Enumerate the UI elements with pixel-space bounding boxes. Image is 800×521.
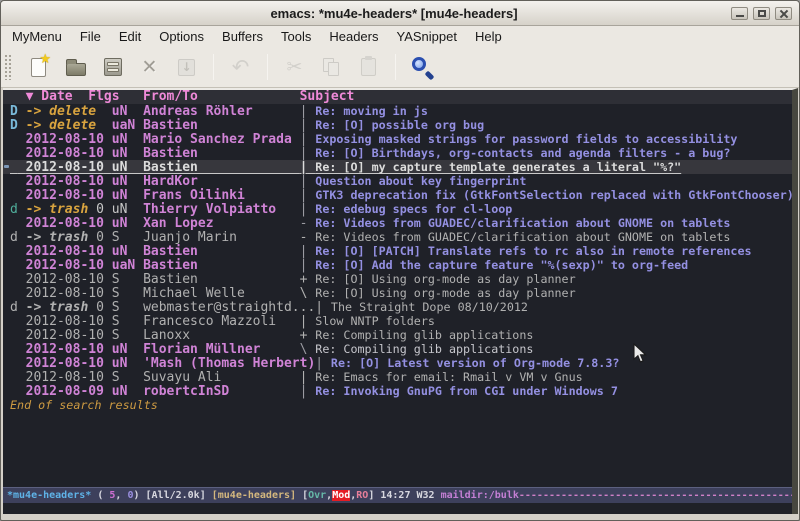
modeline-segment-mod-badge: Mod bbox=[332, 490, 350, 501]
toolbar-separator bbox=[213, 54, 214, 80]
modeline-segment-plain: ) bbox=[133, 490, 145, 501]
modeline-segment-plain: ( bbox=[91, 490, 109, 501]
menu-item-file[interactable]: File bbox=[71, 27, 110, 46]
maximize-icon bbox=[758, 10, 766, 17]
modeline-segment-teal: Ovr bbox=[308, 490, 326, 501]
menu-item-headers[interactable]: Headers bbox=[320, 27, 387, 46]
echo-area[interactable] bbox=[3, 503, 792, 514]
message-row[interactable]: 2012-08-10 uN Bastien | Re: [O] my captu… bbox=[3, 160, 792, 174]
new-file-icon[interactable]: ★ bbox=[25, 54, 52, 81]
window-controls bbox=[731, 7, 792, 20]
menu-item-yasnippet[interactable]: YASnippet bbox=[387, 27, 465, 46]
modeline-segment-plain: ] 14:27 W32 bbox=[368, 490, 440, 501]
maximize-button[interactable] bbox=[753, 7, 770, 20]
window-titlebar[interactable]: emacs: *mu4e-headers* [mu4e-headers] bbox=[1, 1, 799, 26]
modeline-segment-minor-tan: [mu4e-headers] bbox=[212, 490, 302, 501]
message-row[interactable]: 2012-08-10 uN Xan Lopez - Re: Videos fro… bbox=[3, 216, 792, 230]
message-row[interactable]: 2012-08-10 uN Frans Oilinki | GTK3 depre… bbox=[3, 188, 792, 202]
message-row[interactable]: 2012-08-10 S Suvayu Ali | Re: Emacs for … bbox=[3, 370, 792, 384]
emacs-window: emacs: *mu4e-headers* [mu4e-headers] MyM… bbox=[0, 0, 800, 521]
fringe-current-line-marker bbox=[4, 165, 9, 168]
minimize-icon bbox=[736, 15, 744, 17]
message-row[interactable]: 2012-08-10 S Bastien + Re: [O] Using org… bbox=[3, 272, 792, 286]
modeline-segment-ro-pink: RO bbox=[356, 490, 368, 501]
frame-body: ▼ Date Flgs From/To Subject D -> delete … bbox=[3, 88, 798, 514]
menu-bar: MyMenu File Edit Options Buffers Tools H… bbox=[1, 26, 799, 47]
modeline-segment-plain: [All/2.0k] bbox=[146, 490, 212, 501]
message-row[interactable]: 2012-08-10 S Francesco Mazzoli | Slow NN… bbox=[3, 314, 792, 328]
message-row[interactable]: 2012-08-10 uaN Bastien | Re: [O] Add the… bbox=[3, 258, 792, 272]
message-row[interactable]: 2012-08-10 uN Mario Sanchez Prada | Expo… bbox=[3, 132, 792, 146]
modeline-segment-dashes: ----------------------------------------… bbox=[519, 490, 792, 501]
menu-item-edit[interactable]: Edit bbox=[110, 27, 150, 46]
message-row[interactable]: 2012-08-10 uN 'Mash (Thomas Herbert)| Re… bbox=[3, 356, 792, 370]
end-of-search-message: End of search results bbox=[3, 398, 792, 412]
save-icon[interactable] bbox=[99, 54, 126, 81]
open-folder-icon[interactable] bbox=[62, 54, 89, 81]
menu-item-buffers[interactable]: Buffers bbox=[213, 27, 272, 46]
close-file-icon[interactable]: ✕ bbox=[136, 54, 163, 81]
toolbar-drag-handle[interactable] bbox=[4, 54, 13, 80]
message-row[interactable]: 2012-08-10 S Michael Welle \ Re: [O] Usi… bbox=[3, 286, 792, 300]
mu4e-headers-buffer[interactable]: ▼ Date Flgs From/To Subject D -> delete … bbox=[3, 88, 798, 514]
message-list: D -> delete uN Andreas Röhler | Re: movi… bbox=[3, 104, 792, 398]
message-row[interactable]: 2012-08-09 uN robertcInSD | Re: Invoking… bbox=[3, 384, 792, 398]
close-button[interactable] bbox=[775, 7, 792, 20]
message-row[interactable]: 2012-08-10 uN HardKor | Question about k… bbox=[3, 174, 792, 188]
minimize-button[interactable] bbox=[731, 7, 748, 20]
headers-column-header: ▼ Date Flgs From/To Subject bbox=[3, 90, 792, 104]
menu-item-tools[interactable]: Tools bbox=[272, 27, 320, 46]
message-row[interactable]: d -> trash 0 S Juanjo Marin - Re: Videos… bbox=[3, 230, 792, 244]
message-row[interactable]: D -> delete uN Andreas Röhler | Re: movi… bbox=[3, 104, 792, 118]
search-icon[interactable] bbox=[409, 54, 436, 81]
paste-icon bbox=[355, 54, 382, 81]
toolbar: ★ ✕ ↓ ↶ ✂ bbox=[1, 47, 799, 88]
message-row[interactable]: 2012-08-10 uN Bastien | Re: [O] Birthday… bbox=[3, 146, 792, 160]
menu-item-mymenu[interactable]: MyMenu bbox=[3, 27, 71, 46]
message-row[interactable]: 2012-08-10 S Lanoxx + Re: Compiling glib… bbox=[3, 328, 792, 342]
message-row[interactable]: D -> delete uaN Bastien | Re: [O] possib… bbox=[3, 118, 792, 132]
mode-line: *mu4e-headers* ( 5, 0) [All/2.0k] [mu4e-… bbox=[3, 487, 792, 503]
modeline-segment-plain: , bbox=[115, 490, 127, 501]
copy-icon bbox=[318, 54, 345, 81]
modeline-segment-maildir: maildir:/bulk bbox=[441, 490, 519, 501]
message-row[interactable]: d -> trash 0 S webmaster@straightd...| T… bbox=[3, 300, 792, 314]
message-row[interactable]: 2012-08-10 uN Florian Müllner \ Re: Comp… bbox=[3, 342, 792, 356]
message-row[interactable]: d -> trash 0 uN Thierry Volpiatto | Re: … bbox=[3, 202, 792, 216]
save-as-icon: ↓ bbox=[173, 54, 200, 81]
toolbar-separator bbox=[395, 54, 396, 80]
modeline-segment-buffer-name: *mu4e-headers* bbox=[7, 490, 91, 501]
message-row[interactable]: 2012-08-10 uN Bastien | Re: [O] [PATCH] … bbox=[3, 244, 792, 258]
window-title: emacs: *mu4e-headers* [mu4e-headers] bbox=[1, 6, 731, 21]
undo-icon: ↶ bbox=[227, 54, 254, 81]
menu-item-options[interactable]: Options bbox=[150, 27, 213, 46]
toolbar-separator bbox=[267, 54, 268, 80]
empty-buffer-space bbox=[3, 412, 792, 487]
cut-icon: ✂ bbox=[281, 54, 308, 81]
menu-item-help[interactable]: Help bbox=[466, 27, 511, 46]
